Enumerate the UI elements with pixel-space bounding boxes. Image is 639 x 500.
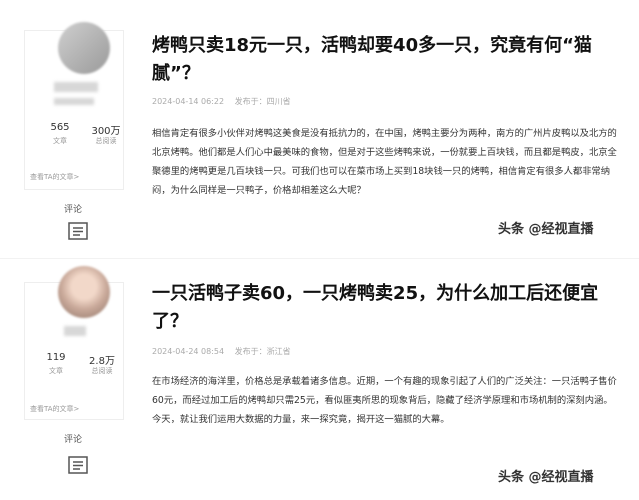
- articles-count-label: 文章: [53, 137, 67, 145]
- publish-date: 2024-04-24 08:54: [152, 347, 225, 356]
- article-title[interactable]: 烤鸭只卖18元一只，活鸭却要40多一只，究竟有何“猫腻”？: [152, 32, 622, 88]
- comment-label: 评论: [64, 205, 83, 215]
- author-name-blurred: [64, 326, 86, 336]
- see-author-articles-link[interactable]: 查看TA的文章>: [30, 404, 79, 414]
- comment-icon[interactable]: [68, 456, 88, 474]
- reads-count: 2.8万: [89, 356, 115, 367]
- articles-count: 119: [46, 352, 66, 363]
- article-meta: 2024-04-14 06:22 发布于：四川省: [152, 96, 299, 107]
- author-avatar[interactable]: [58, 266, 110, 318]
- articles-count: 565: [50, 122, 70, 133]
- watermark: 头条 @经视直播: [498, 470, 594, 485]
- article-body: 相信肯定有很多小伙伴对烤鸭这美食是没有抵抗力的，在中国，烤鸭主要分为两种，南方的…: [152, 128, 617, 196]
- article-title[interactable]: 一只活鸭子卖60，一只烤鸭卖25，为什么加工后还便宜了？: [152, 280, 622, 336]
- reads-count-label: 总阅读: [95, 137, 117, 145]
- publish-location: 发布于：四川省: [234, 97, 291, 106]
- see-author-articles-link[interactable]: 查看TA的文章>: [30, 172, 79, 182]
- comment-label: 评论: [64, 435, 83, 445]
- publish-date: 2024-04-14 06:22: [152, 97, 225, 106]
- article-meta: 2024-04-24 08:54 发布于：浙江省: [152, 346, 299, 357]
- section-divider: [0, 258, 639, 259]
- publish-location: 发布于：浙江省: [234, 347, 291, 356]
- author-avatar[interactable]: [58, 22, 110, 74]
- reads-count-label: 总阅读: [91, 367, 113, 375]
- author-name-blurred: [54, 82, 98, 92]
- author-badges-blurred: [54, 98, 94, 105]
- article-body: 在市场经济的海洋里，价格总是承载着诸多信息。近期，一个有趣的现象引起了人们的广泛…: [152, 376, 617, 425]
- articles-count-label: 文章: [49, 367, 63, 375]
- reads-count: 300万: [91, 126, 121, 137]
- watermark: 头条 @经视直播: [498, 222, 594, 237]
- comment-icon[interactable]: [68, 222, 88, 240]
